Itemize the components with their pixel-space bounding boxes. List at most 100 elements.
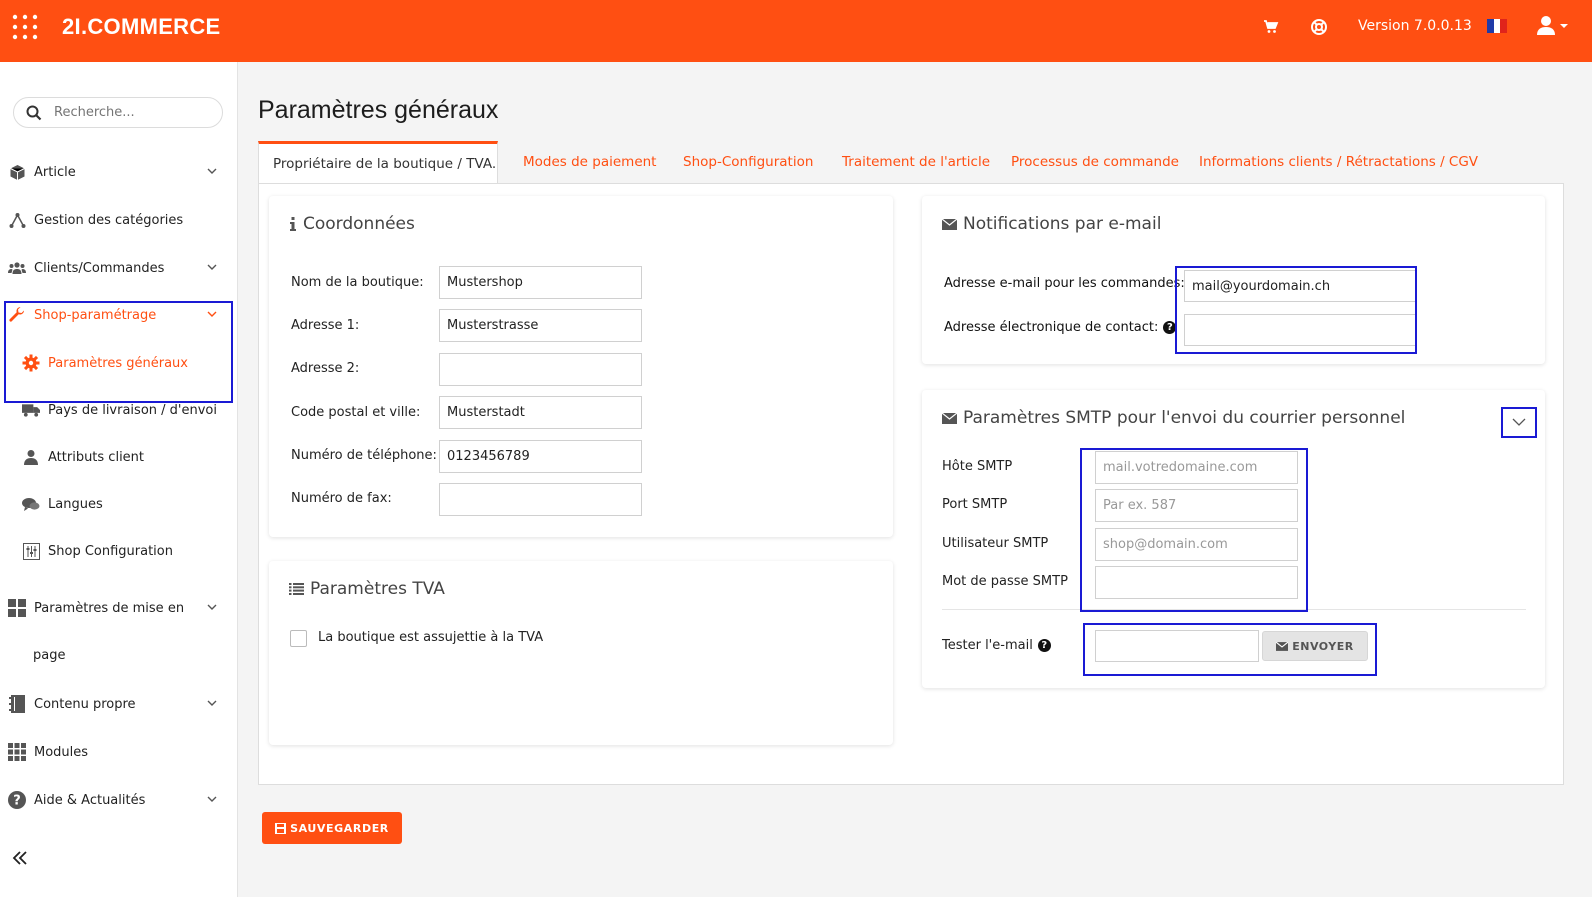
sidebar-item-languages[interactable]: Langues bbox=[0, 484, 232, 524]
highlight-smtp-fields bbox=[1080, 448, 1308, 612]
top-bar: 2I.COMMERCE Version 7.0.0.13 bbox=[0, 0, 1592, 62]
postal-city-label: Code postal et ville: bbox=[291, 405, 421, 420]
shop-name-input[interactable] bbox=[439, 266, 642, 299]
sidebar-item-own-content[interactable]: Contenu propre bbox=[0, 684, 232, 724]
smtp-password-label: Mot de passe SMTP bbox=[942, 574, 1068, 589]
brand-logo[interactable]: 2I.COMMERCE bbox=[62, 14, 221, 40]
help-globe-icon[interactable] bbox=[1310, 17, 1328, 37]
tab-order-process[interactable]: Processus de commande bbox=[997, 141, 1193, 183]
search-icon bbox=[26, 105, 42, 120]
box-icon bbox=[8, 163, 26, 181]
user-icon[interactable] bbox=[1536, 15, 1570, 37]
highlight-email-fields bbox=[1175, 266, 1417, 354]
sidebar-item-layout-settings[interactable]: Paramètres de mise en bbox=[0, 588, 232, 628]
question-icon: ? bbox=[8, 791, 26, 809]
sidebar-item-customer-attributes[interactable]: Attributs client bbox=[0, 437, 232, 477]
chevron-down-icon bbox=[207, 604, 217, 610]
layout-icon bbox=[8, 599, 26, 617]
sidebar-item-label: Paramètres de mise en bbox=[34, 600, 185, 616]
tab-article-processing[interactable]: Traitement de l'article bbox=[828, 141, 1004, 183]
chevron-down-icon bbox=[207, 700, 217, 706]
coordinates-card: Coordonnées Nom de la boutique: Adresse … bbox=[269, 196, 893, 537]
address1-label: Adresse 1: bbox=[291, 318, 360, 333]
smtp-host-label: Hôte SMTP bbox=[942, 459, 1013, 474]
sidebar-item-label: Modules bbox=[34, 744, 89, 760]
sidebar-item-label: Pays de livraison / d'envoi bbox=[48, 402, 217, 418]
fax-label: Numéro de fax: bbox=[291, 491, 392, 506]
chevron-down-icon bbox=[207, 796, 217, 802]
search-input[interactable] bbox=[52, 104, 202, 121]
smtp-port-label: Port SMTP bbox=[942, 497, 1008, 512]
highlight-shop-settings bbox=[4, 301, 233, 403]
chevron-down-icon bbox=[207, 264, 217, 270]
contact-email-label: Adresse électronique de contact:? bbox=[944, 320, 1177, 335]
tree-icon bbox=[8, 211, 26, 229]
page-title: Paramètres généraux bbox=[258, 96, 499, 124]
shop-name-label: Nom de la boutique: bbox=[291, 275, 424, 290]
version-label: Version 7.0.0.13 bbox=[1358, 18, 1472, 34]
sidebar-item-label: Shop Configuration bbox=[48, 543, 173, 559]
card-title: Paramètres TVA bbox=[289, 579, 445, 599]
sidebar-item-label: Contenu propre bbox=[34, 696, 136, 712]
highlight-test-email bbox=[1083, 623, 1377, 676]
svg-text:?: ? bbox=[13, 794, 21, 809]
chevron-down-icon bbox=[207, 168, 217, 174]
cart-icon[interactable] bbox=[1263, 17, 1279, 37]
collapse-sidebar-icon[interactable] bbox=[12, 850, 28, 866]
help-icon[interactable]: ? bbox=[1037, 639, 1051, 652]
envelope-icon bbox=[942, 412, 957, 424]
sidebar-item-shop-configuration[interactable]: Shop Configuration bbox=[0, 531, 232, 571]
smtp-user-label: Utilisateur SMTP bbox=[942, 536, 1049, 551]
vat-card: Paramètres TVA La boutique est assujetti… bbox=[269, 561, 893, 745]
card-title: Coordonnées bbox=[289, 214, 415, 234]
card-title: Notifications par e-mail bbox=[942, 214, 1161, 234]
tab-shop-configuration[interactable]: Shop-Configuration bbox=[669, 141, 827, 183]
sidebar-item-label: Gestion des catégories bbox=[34, 212, 184, 228]
address2-label: Adresse 2: bbox=[291, 361, 360, 376]
tab-payment-methods[interactable]: Modes de paiement bbox=[509, 141, 670, 183]
sidebar-item-label: Clients/Commandes bbox=[34, 260, 165, 276]
users-icon bbox=[8, 259, 26, 277]
address2-input[interactable] bbox=[439, 353, 642, 386]
tab-customer-info[interactable]: Informations clients / Rétractations / C… bbox=[1185, 141, 1492, 183]
highlight-smtp-toggle bbox=[1501, 407, 1537, 438]
tab-bar: Propriétaire de la boutique / TVA. Modes… bbox=[258, 141, 1563, 183]
notebook-icon bbox=[8, 695, 26, 713]
sidebar-item-label: Article bbox=[34, 164, 76, 180]
vat-checkbox[interactable] bbox=[290, 630, 307, 647]
chat-icon bbox=[22, 495, 40, 513]
sidebar-item-label: Aide & Actualités bbox=[34, 792, 146, 808]
card-title: Paramètres SMTP pour l'envoi du courrier… bbox=[942, 408, 1405, 428]
test-email-label: Tester l'e-mail? bbox=[942, 638, 1051, 653]
save-button[interactable]: SAUVEGARDER bbox=[262, 812, 402, 844]
modules-icon bbox=[8, 743, 26, 761]
search-box[interactable] bbox=[13, 97, 223, 128]
sidebar-item-categories[interactable]: Gestion des catégories bbox=[0, 200, 232, 240]
floppy-disk-icon bbox=[275, 822, 287, 834]
order-email-label: Adresse e-mail pour les commandes: bbox=[944, 276, 1185, 291]
sidebar-item-modules[interactable]: Modules bbox=[0, 732, 232, 772]
address1-input[interactable] bbox=[439, 309, 642, 342]
tab-owner-vat[interactable]: Propriétaire de la boutique / TVA. bbox=[258, 141, 498, 183]
envelope-icon bbox=[942, 218, 957, 230]
fax-input[interactable] bbox=[439, 483, 642, 516]
list-icon bbox=[289, 583, 304, 595]
sidebar-item-label: Langues bbox=[48, 496, 103, 512]
content-panel: Coordonnées Nom de la boutique: Adresse … bbox=[258, 183, 1564, 785]
sidebar-item-label: page bbox=[33, 647, 66, 663]
config-icon bbox=[22, 542, 40, 560]
postal-city-input[interactable] bbox=[439, 396, 642, 429]
phone-label: Numéro de téléphone: bbox=[291, 448, 437, 463]
sidebar: Article Gestion des catégories Clients/C… bbox=[0, 62, 238, 897]
user-icon bbox=[22, 448, 40, 466]
apps-grid-icon[interactable] bbox=[12, 14, 38, 40]
flag-fr-icon[interactable] bbox=[1487, 19, 1508, 33]
phone-input[interactable] bbox=[439, 440, 642, 473]
sidebar-item-help-news[interactable]: ? Aide & Actualités bbox=[0, 780, 232, 820]
sidebar-item-clients[interactable]: Clients/Commandes bbox=[0, 248, 232, 288]
sidebar-item-label: Attributs client bbox=[48, 449, 145, 465]
info-icon bbox=[290, 217, 296, 231]
sidebar-item-article[interactable]: Article bbox=[0, 152, 232, 192]
sidebar-item-layout-settings-cont[interactable]: page bbox=[0, 635, 232, 675]
truck-icon bbox=[22, 401, 40, 419]
